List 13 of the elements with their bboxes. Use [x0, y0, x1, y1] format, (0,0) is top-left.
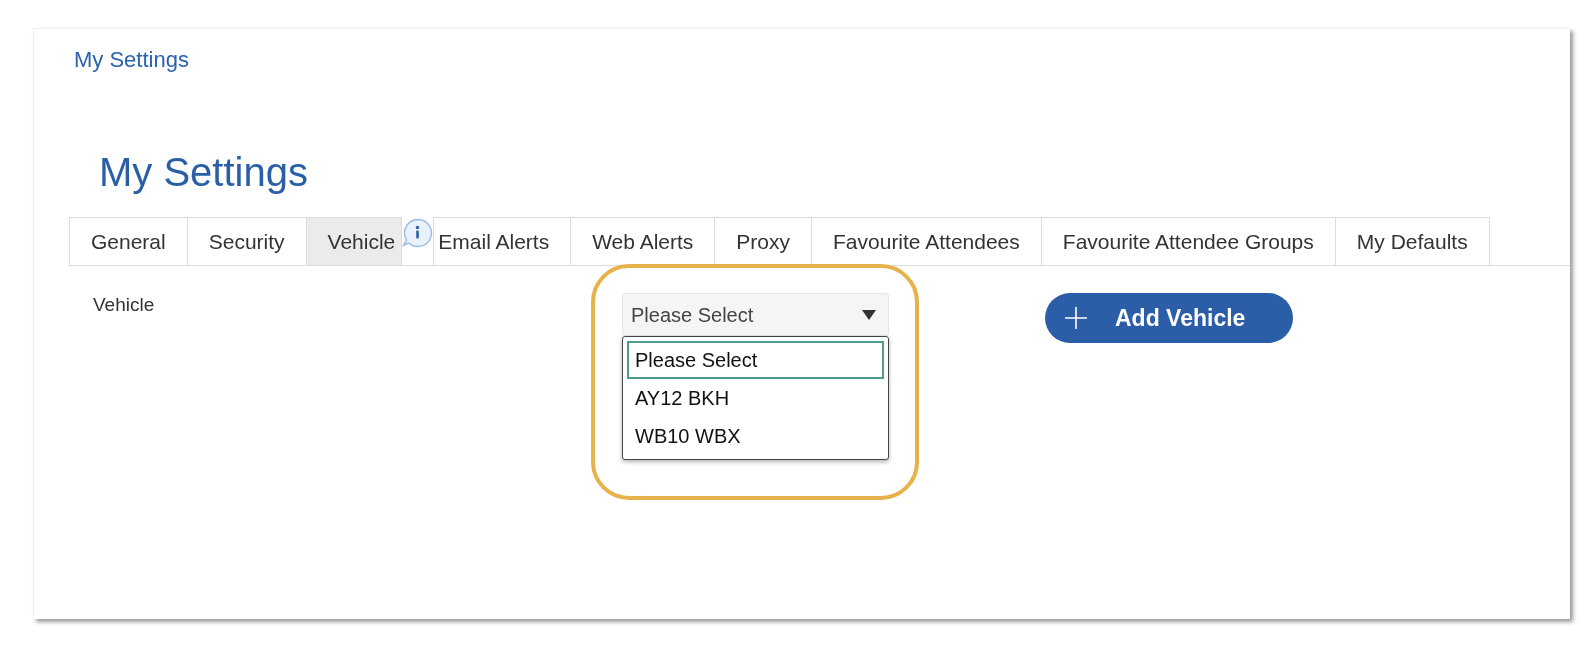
page-title: My Settings: [99, 149, 308, 196]
settings-tab[interactable]: General: [69, 217, 188, 265]
settings-tab[interactable]: Email Alerts: [433, 217, 572, 265]
breadcrumb-link[interactable]: My Settings: [74, 47, 189, 73]
add-vehicle-button[interactable]: Add Vehicle: [1045, 293, 1293, 343]
dropdown-option[interactable]: Please Select: [627, 341, 884, 379]
vehicle-select[interactable]: Please Select: [622, 293, 889, 336]
settings-tab[interactable]: Vehicle: [305, 217, 403, 265]
plus-icon: [1065, 307, 1087, 329]
info-icon: [401, 218, 434, 250]
settings-tab[interactable]: My Defaults: [1334, 217, 1490, 265]
field-label: Vehicle: [93, 294, 155, 315]
caret-icon: [862, 309, 876, 320]
